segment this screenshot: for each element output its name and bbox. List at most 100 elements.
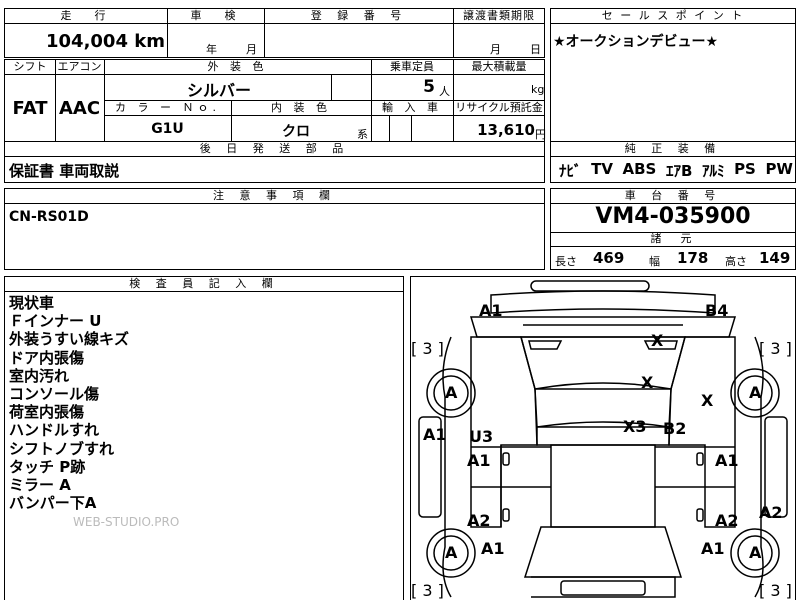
length-label: 長さ	[555, 255, 577, 268]
tire-rating-front-right: [ 3 ]	[759, 339, 792, 358]
damage-mark: A1	[481, 539, 505, 558]
notes-cell: 注 意 事 項 欄 CN-RS01D	[4, 188, 545, 270]
inspection-label: 車 検	[168, 9, 264, 24]
inspection-year-unit: 年	[206, 43, 217, 56]
tire-rating-rear-left: [ 3 ]	[411, 581, 444, 600]
post-delivery-value: 保証書 車両取説	[9, 162, 120, 180]
damage-mark: A1	[701, 539, 725, 558]
watermark: WEB-STUDIO.PRO	[73, 515, 180, 529]
equipment-item: ﾅﾋﾞ	[559, 162, 582, 180]
sales-point-label: セ ー ル ス ポ イ ン ト	[551, 9, 795, 24]
transfer-deadline-cell: 譲渡書類期限 月 日	[453, 8, 545, 58]
aircon-value: AAC	[58, 98, 101, 119]
note-line: ミラー A	[9, 476, 71, 495]
color-no-label: カ ラ ー Ｎｏ.	[115, 101, 220, 114]
damage-mark: X3	[623, 417, 647, 436]
note-line: ハンドルすれ	[9, 421, 100, 440]
mileage-value: 104,004	[46, 31, 128, 52]
tire-rating-value: 3	[422, 339, 433, 358]
damage-mark: A1	[467, 451, 491, 470]
max-load-label: 最大積載量	[471, 60, 527, 73]
equipment-item: ｴｱB	[665, 162, 693, 180]
specs-row: 長さ 469 幅 178 高さ 149	[551, 249, 795, 269]
width-value: 178	[677, 249, 709, 267]
note-line: 現状車	[9, 294, 55, 312]
inspector-notes-list: 現状車 Ｆインナー U 外装うすい線キズ ドア内張傷 室内汚れ コンソール傷 荷…	[9, 294, 129, 512]
mileage-value-wrap: 104,004 km	[5, 31, 165, 52]
interior-color-suffix: 系	[357, 128, 368, 141]
damage-mark: A2	[759, 503, 783, 522]
interior-color-label: 内 装 色	[271, 101, 331, 114]
note-line: タッチ P跡	[9, 457, 86, 476]
max-load-unit: kg	[531, 83, 545, 96]
damage-mark: A1	[715, 451, 739, 470]
shift-value: FAT	[12, 98, 48, 119]
note-line: 室内汚れ	[9, 366, 70, 385]
tire-rating-front-left: [ 3 ]	[411, 339, 444, 358]
registration-label: 登 録 番 号	[265, 9, 453, 24]
sales-point-cell: セ ー ル ス ポ イ ン ト ★オークションデビュー★	[550, 8, 796, 142]
transfer-day-unit: 日	[530, 43, 541, 56]
exterior-color-label: 外 装 色	[207, 60, 268, 73]
tire-rating-value: 3	[422, 581, 433, 600]
mileage-unit: km	[134, 31, 165, 52]
transfer-deadline-label: 譲渡書類期限	[454, 9, 544, 24]
note-line: 外装うすい線キズ	[9, 330, 130, 349]
recycle-unit: 円	[535, 128, 546, 141]
shift-label: シフト	[13, 60, 47, 73]
tire-rating-value: 3	[770, 339, 781, 358]
color-no-value: G1U	[151, 121, 184, 137]
capacity-label: 乗車定員	[390, 60, 434, 73]
divider	[389, 115, 390, 141]
mileage-cell: 走 行 104,004 km	[4, 8, 168, 58]
interior-color-value: クロ	[282, 124, 310, 140]
exterior-color-value: シルバー	[186, 81, 251, 100]
inspection-cell: 車 検 年 月	[167, 8, 265, 58]
equipment-item: PS	[734, 160, 756, 178]
damage-mark: X	[651, 331, 664, 350]
damage-mark: A2	[467, 511, 491, 530]
chassis-label: 車 台 番 号	[551, 189, 795, 204]
equipment-item: PW	[765, 160, 793, 178]
vehicle-info-block: シフト エアコン 外 装 色 乗車定員 最大積載量 FAT AAC シルバー 5…	[4, 59, 546, 142]
tire-rating-value: 3	[770, 581, 781, 600]
notes-label: 注 意 事 項 欄	[5, 189, 544, 204]
mileage-label: 走 行	[5, 9, 167, 24]
wheel-mark-rear-left: A	[445, 543, 458, 562]
aircon-label: エアコン	[57, 60, 102, 73]
wheel-mark-front-left: A	[445, 383, 458, 402]
height-value: 149	[759, 249, 791, 267]
sales-point-text: ★オークションデビュー★	[553, 34, 719, 50]
chassis-cell: 車 台 番 号 VM4-035900 諸 元 長さ 469 幅 178 高さ 1…	[550, 188, 796, 270]
transfer-month-unit: 月	[490, 43, 501, 56]
damage-mark: B2	[663, 419, 687, 438]
genuine-equipment-label: 純 正 装 備	[551, 142, 795, 157]
capacity-unit: 人	[439, 85, 450, 98]
chassis-value: VM4-035900	[595, 204, 751, 229]
divider	[5, 74, 544, 75]
note-line: Ｆインナー U	[9, 312, 102, 331]
note-line: バンパー下A	[9, 494, 97, 513]
wheel-mark-front-right: A	[749, 383, 762, 402]
capacity-value: 5	[423, 77, 435, 97]
recycle-value: 13,610	[477, 121, 535, 139]
equipment-item: TV	[591, 160, 613, 178]
note-line: シフトノブすれ	[9, 439, 115, 458]
length-value: 469	[593, 249, 625, 267]
recycle-label: リサイクル預託金	[455, 101, 543, 114]
damage-mark: A1	[423, 425, 447, 444]
import-label: 輸 入 車	[382, 101, 442, 114]
divider	[411, 115, 412, 141]
divider	[551, 246, 795, 247]
registration-cell: 登 録 番 号	[264, 8, 454, 58]
inspector-notes-cell: 検 査 員 記 入 欄 現状車 Ｆインナー U 外装うすい線キズ ドア内張傷 室…	[4, 276, 404, 600]
wheel-mark-rear-right: A	[749, 543, 762, 562]
equipment-item: ABS	[622, 160, 657, 178]
height-label: 高さ	[725, 255, 747, 268]
equipment-item: ｱﾙﾐ	[701, 162, 725, 180]
inspector-notes-label: 検 査 員 記 入 欄	[5, 277, 403, 292]
note-line: コンソール傷	[9, 385, 100, 404]
car-diagram: [ 3 ] [ 3 ] [ 3 ] [ 3 ] A A A A A1 B4 X …	[410, 276, 796, 600]
width-label: 幅	[649, 255, 660, 268]
post-delivery-cell: 後 日 発 送 部 品 保証書 車両取説	[4, 141, 545, 183]
